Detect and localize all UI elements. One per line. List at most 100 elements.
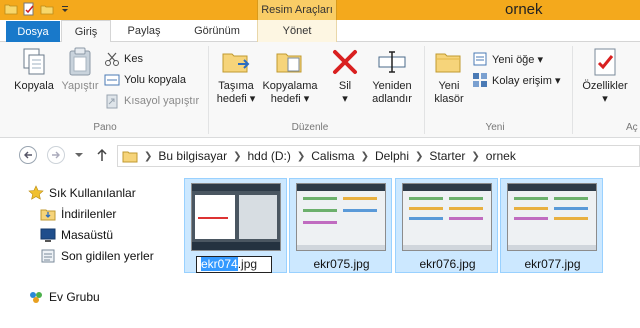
delete-label-1: Sil <box>338 80 352 92</box>
desktop-icon <box>40 228 56 242</box>
quick-access-toolbar <box>4 2 72 16</box>
nav-desktop-label: Masaüstü <box>61 228 114 242</box>
copy-to-button[interactable]: Kopyalama hedefi ▾ <box>262 46 318 106</box>
copy-path-label: Yolu kopyala <box>124 74 186 86</box>
breadcrumb-ornek[interactable]: ornek <box>486 149 516 163</box>
file-item[interactable]: ekr076.jpg <box>395 178 498 273</box>
properties-icon[interactable] <box>22 2 36 16</box>
properties-label-2: ▾ <box>602 93 608 105</box>
nav-homegroup-label: Ev Grubu <box>49 290 100 304</box>
rename-label-1: Yeniden <box>372 80 412 92</box>
breadcrumb-drive[interactable]: hdd (D:) <box>247 149 290 163</box>
tab-share[interactable]: Paylaş <box>115 20 173 42</box>
file-list: ekr074.jpg ekr075.jpg ekr076.jpg ekr077.… <box>178 172 640 328</box>
forward-button[interactable] <box>47 146 65 164</box>
rename-extension-text: .jpg <box>237 257 258 271</box>
file-item[interactable]: ekr075.jpg <box>289 178 392 273</box>
nav-downloads-label: İndirilenler <box>61 207 117 221</box>
window-title: ornek <box>505 1 543 18</box>
thumbnail-image <box>191 183 281 251</box>
paste-shortcut-button[interactable]: Kısayol yapıştır <box>104 92 199 110</box>
delete-label-2: ▾ <box>342 93 348 105</box>
move-to-icon <box>222 53 250 73</box>
thumbnail-image <box>507 183 597 251</box>
new-folder-button[interactable]: Yeni klasör <box>430 46 468 106</box>
group-label-pano: Pano <box>93 122 117 133</box>
breadcrumb-delphi[interactable]: Delphi <box>375 149 409 163</box>
breadcrumb-calisma[interactable]: Calisma <box>311 149 354 163</box>
paste-shortcut-icon <box>106 94 118 109</box>
move-to-label-2: hedefi ▾ <box>216 93 256 105</box>
move-to-label-1: Taşıma <box>218 80 254 92</box>
ribbon: Kopyala Yapıştır Kes Yolu kopyala Kısayo… <box>0 42 640 138</box>
ribbon-tabs: Dosya Giriş Paylaş Görünüm Yönet <box>0 20 640 43</box>
recent-places-icon <box>41 249 55 263</box>
properties-button[interactable]: Özellikler ▾ <box>578 46 632 106</box>
picture-tools-header: Resim Araçları <box>257 0 337 20</box>
paste-button[interactable]: Yapıştır <box>58 46 102 93</box>
delete-button[interactable]: Sil ▾ <box>328 46 362 106</box>
recent-locations-icon[interactable] <box>75 151 83 159</box>
group-label-yeni: Yeni <box>485 122 505 133</box>
chevron-right-icon[interactable]: ❯ <box>415 151 423 162</box>
folder-icon[interactable] <box>4 2 18 16</box>
forward-arrow-icon <box>52 151 60 159</box>
paste-icon <box>69 47 91 76</box>
copy-path-icon <box>104 74 120 86</box>
chevron-right-icon[interactable]: ❯ <box>471 151 479 162</box>
tab-manage[interactable]: Yönet <box>257 20 337 42</box>
nav-downloads[interactable]: İndirilenler <box>40 206 116 222</box>
downloads-icon <box>40 209 56 221</box>
nav-recent-places[interactable]: Son gidilen yerler <box>40 248 154 264</box>
rename-selected-text: ekr074 <box>201 257 238 271</box>
copy-button[interactable]: Kopyala <box>14 46 54 93</box>
rename-icon <box>378 51 406 73</box>
new-folder-label-2: klasör <box>434 93 464 105</box>
nav-desktop[interactable]: Masaüstü <box>40 227 113 243</box>
chevron-right-icon[interactable]: ❯ <box>233 151 241 162</box>
customize-qat-icon[interactable] <box>58 2 72 16</box>
new-folder-label-1: Yeni <box>438 80 460 92</box>
tab-view[interactable]: Görünüm <box>178 20 256 42</box>
chevron-right-icon[interactable]: ❯ <box>144 151 152 162</box>
properties-icon <box>594 48 616 76</box>
folder-icon <box>122 151 138 163</box>
copy-to-label-2: hedefi ▾ <box>270 93 310 105</box>
thumbnail-image <box>402 183 492 251</box>
address-bar[interactable]: ❯ Bu bilgisayar ❯ hdd (D:) ❯ Calisma ❯ Delph… <box>117 145 640 167</box>
cut-button[interactable]: Kes <box>104 50 143 68</box>
star-icon <box>28 185 44 200</box>
rename-button[interactable]: Yeniden adlandır <box>368 46 416 106</box>
properties-label-1: Özellikler <box>582 80 628 92</box>
file-item[interactable]: ekr074.jpg <box>184 178 287 273</box>
copy-label: Kopyala <box>14 80 54 92</box>
tab-home[interactable]: Giriş <box>61 20 111 43</box>
new-folder-icon <box>435 53 461 73</box>
new-item-button[interactable]: Yeni öğe ▾ <box>472 50 543 68</box>
copy-path-button[interactable]: Yolu kopyala <box>104 71 186 89</box>
breadcrumb-this-pc[interactable]: Bu bilgisayar <box>158 149 227 163</box>
file-item[interactable]: ekr077.jpg <box>500 178 603 273</box>
tab-file[interactable]: Dosya <box>6 21 60 42</box>
chevron-right-icon[interactable]: ❯ <box>297 151 305 162</box>
rename-input[interactable]: ekr074.jpg <box>196 256 272 273</box>
new-folder-icon[interactable] <box>40 2 54 16</box>
easy-access-button[interactable]: Kolay erişim ▾ <box>472 71 560 89</box>
ribbon-separator <box>572 46 573 134</box>
breadcrumb-starter[interactable]: Starter <box>429 149 465 163</box>
cut-label: Kes <box>124 53 143 65</box>
ribbon-separator <box>424 46 425 134</box>
nav-favorites[interactable]: Sık Kullanılanlar <box>28 185 136 201</box>
rename-label-2: adlandır <box>372 93 412 105</box>
back-button[interactable] <box>19 146 37 164</box>
back-arrow-icon <box>24 151 32 159</box>
scissors-icon <box>105 52 119 66</box>
nav-homegroup[interactable]: Ev Grubu <box>28 289 100 305</box>
homegroup-icon <box>30 292 42 303</box>
copy-to-label-1: Kopyalama <box>262 80 318 92</box>
up-arrow-icon[interactable] <box>96 148 108 162</box>
title-bar: Resim Araçları ornek <box>0 0 640 20</box>
move-to-button[interactable]: Taşıma hedefi ▾ <box>213 46 259 106</box>
chevron-right-icon[interactable]: ❯ <box>361 151 369 162</box>
copy-icon <box>23 48 45 75</box>
